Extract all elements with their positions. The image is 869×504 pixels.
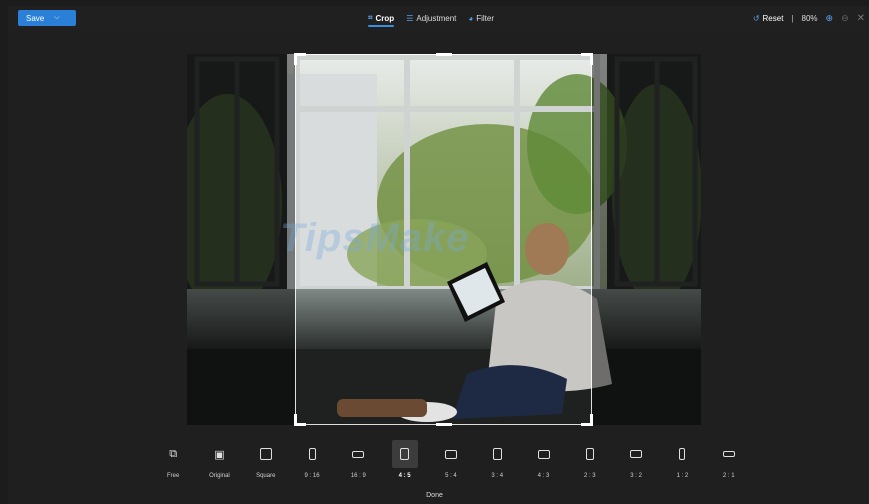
free-crop-icon: ⧉ <box>169 447 178 460</box>
top-toolbar: Save ⌵ ⌗ Crop ☰ Adjustment ◕ Filter ↺ Re… <box>8 6 869 30</box>
aspect-ratio-ratio-2-1[interactable]: 2 : 1 <box>706 440 752 486</box>
aspect-ratio-label: 3 : 2 <box>630 473 642 479</box>
aspect-ratio-image[interactable]: ▣ Original <box>196 440 242 486</box>
aspect-ratio-ratio-2-3[interactable]: 2 : 3 <box>567 440 613 486</box>
filter-icon: ◕ <box>468 13 474 23</box>
aspect-ratio-label: 16 : 9 <box>350 473 366 479</box>
ratio-5-4-icon <box>444 449 457 459</box>
ratio-9-16-icon <box>308 448 316 460</box>
aspect-ratio-label: 4 : 3 <box>537 473 550 479</box>
aspect-ratio-label: Original <box>209 473 230 479</box>
ratio-3-2-icon <box>630 450 643 458</box>
reset-icon: ↺ <box>752 13 760 23</box>
aspect-ratio-ratio-4-5[interactable]: 4 : 5 <box>381 440 427 486</box>
crop-mask-left <box>187 54 295 425</box>
reset-button[interactable]: ↺ Reset <box>753 14 784 23</box>
sliders-icon: ☰ <box>406 13 414 23</box>
crop-handle-top-left[interactable] <box>294 53 306 65</box>
aspect-ratio-icon-box <box>253 440 279 468</box>
tab-adjustment-label: Adjustment <box>416 13 457 23</box>
aspect-ratio-label: 3 : 4 <box>491 473 504 479</box>
ratio-16-9-icon <box>352 450 365 458</box>
ratio-2-1-icon <box>722 451 735 457</box>
aspect-ratio-ratio-16-9[interactable]: 16 : 9 <box>335 440 381 486</box>
tab-filter-label: Filter <box>476 13 495 23</box>
square-icon <box>259 448 272 460</box>
close-icon[interactable]: ✕ <box>857 13 865 24</box>
crop-handle-top-right[interactable] <box>581 53 593 65</box>
aspect-ratio-label: Square <box>256 473 276 479</box>
ratio-2-3-icon <box>585 448 594 460</box>
crop-handle-bottom[interactable] <box>435 423 452 426</box>
reset-label: Reset <box>762 13 784 23</box>
save-button[interactable]: Save ⌵ <box>18 10 76 26</box>
edit-tabs: ⌗ Crop ☰ Adjustment ◕ Filter <box>368 6 494 30</box>
image-icon: ▣ <box>214 448 225 461</box>
tab-adjustment[interactable]: ☰ Adjustment <box>406 6 456 30</box>
aspect-ratio-free-crop[interactable]: ⧉ Free <box>150 440 196 486</box>
zoom-in-icon[interactable]: ⊕ <box>826 13 834 24</box>
done-button[interactable]: Done <box>0 492 869 499</box>
aspect-ratio-label: 1 : 2 <box>676 473 689 479</box>
aspect-ratio-label: 9 : 16 <box>304 473 320 479</box>
aspect-ratio-label: 4 : 5 <box>398 473 411 479</box>
tab-filter[interactable]: ◕ Filter <box>468 6 494 30</box>
aspect-ratio-label: 5 : 4 <box>445 473 457 479</box>
ratio-4-5-icon <box>400 448 410 460</box>
aspect-ratio-icon-box <box>345 440 371 468</box>
aspect-ratio-icon-box <box>531 440 557 468</box>
ratio-4-3-icon <box>537 449 550 459</box>
crop-box[interactable] <box>294 53 593 426</box>
tab-crop[interactable]: ⌗ Crop <box>368 6 395 30</box>
crop-handle-bottom-right[interactable] <box>581 414 593 426</box>
ratio-3-4-icon <box>492 448 502 460</box>
aspect-ratio-bar: ⧉ Free ▣ Original Square 9 : 16 16 : 9 4 : 5 5 :… <box>150 440 752 486</box>
aspect-ratio-label: 2 : 1 <box>722 473 735 479</box>
aspect-ratio-icon-box <box>299 440 325 468</box>
aspect-ratio-icon-box: ⧉ <box>160 440 186 468</box>
aspect-ratio-icon-box: ▣ <box>206 440 232 468</box>
aspect-ratio-icon-box <box>484 440 510 468</box>
aspect-ratio-ratio-5-4[interactable]: 5 : 4 <box>428 440 474 486</box>
aspect-ratio-label: Free <box>166 473 180 479</box>
crop-handle-top[interactable] <box>435 53 452 56</box>
aspect-ratio-icon-box <box>716 440 742 468</box>
right-toolbar: ↺ Reset | 80% ⊕ ⊖ ✕ <box>753 6 865 30</box>
crop-handle-bottom-left[interactable] <box>294 414 306 426</box>
save-label: Save <box>26 13 45 23</box>
aspect-ratio-ratio-3-2[interactable]: 3 : 2 <box>613 440 659 486</box>
aspect-ratio-icon-box <box>391 440 418 468</box>
aspect-ratio-icon-box <box>669 440 695 468</box>
aspect-ratio-icon-box <box>438 440 464 468</box>
crop-icon: ⌗ <box>368 13 373 22</box>
aspect-ratio-icon-box <box>623 440 649 468</box>
aspect-ratio-ratio-1-2[interactable]: 1 : 2 <box>659 440 705 486</box>
aspect-ratio-label: 2 : 3 <box>583 473 596 479</box>
chevron-down-icon[interactable]: ⌵ <box>54 14 59 22</box>
crop-mask-right <box>592 54 701 425</box>
aspect-ratio-icon-box <box>577 440 603 468</box>
ratio-1-2-icon <box>679 448 686 460</box>
tab-crop-label: Crop <box>375 13 395 23</box>
aspect-ratio-ratio-9-16[interactable]: 9 : 16 <box>289 440 335 486</box>
zoom-level: 80% <box>801 13 818 23</box>
aspect-ratio-square[interactable]: Square <box>243 440 289 486</box>
aspect-ratio-ratio-3-4[interactable]: 3 : 4 <box>474 440 520 486</box>
aspect-ratio-ratio-4-3[interactable]: 4 : 3 <box>520 440 566 486</box>
zoom-out-icon[interactable]: ⊖ <box>841 13 849 24</box>
toolbar-separator: | <box>791 13 794 23</box>
